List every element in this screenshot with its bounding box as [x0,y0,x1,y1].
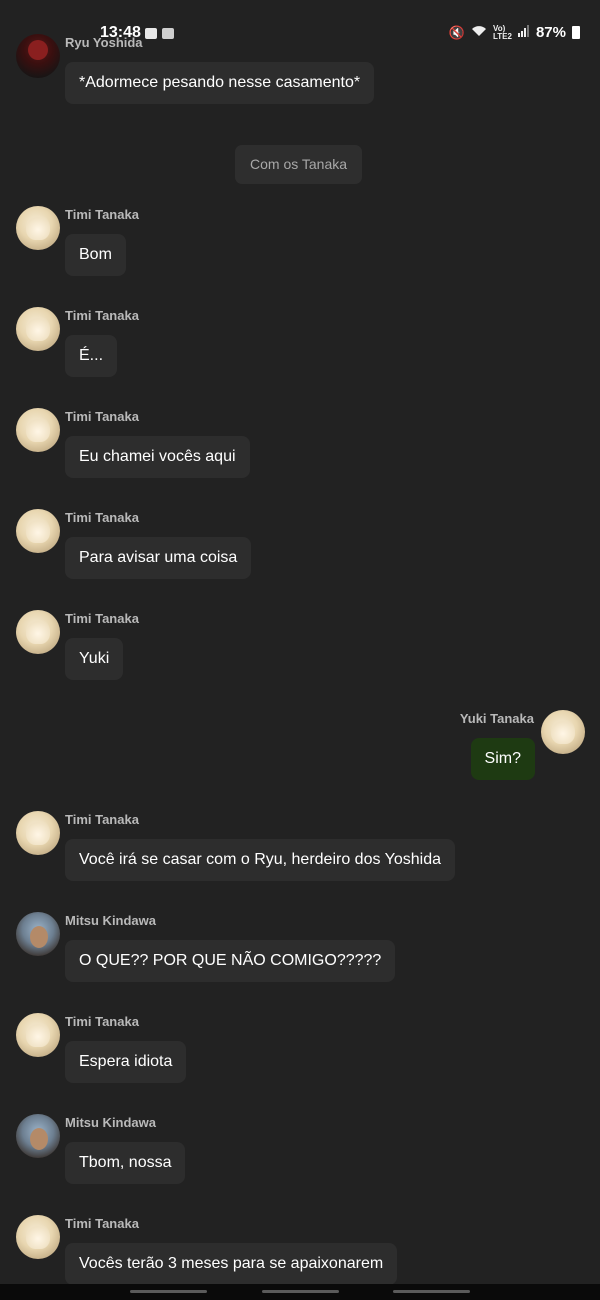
status-time: 13:48 [100,24,141,41]
sender-name: Timi Tanaka [65,1216,139,1231]
message-bubble[interactable]: Yuki [65,638,124,680]
avatar-timi[interactable] [16,206,60,250]
system-nav-bar [0,1284,600,1300]
wifi-icon [471,25,487,40]
nav-handle[interactable] [393,1290,470,1293]
gallery-icon [145,28,157,39]
sender-name: Yuki Tanaka [459,711,534,726]
notification-icon [162,28,174,39]
sender-name: Mitsu Kindawa [65,913,157,928]
message-bubble[interactable]: Tbom, nossa [65,1142,186,1184]
chat-screen: 13:48 🔇 Vo) LTE2 87% Ryu Yoshida *Adormec… [0,0,600,1300]
message-bubble[interactable]: É... [65,335,118,377]
conversation-chip: Com os Tanaka [235,145,363,184]
avatar-yuki[interactable] [541,710,585,754]
nav-handle[interactable] [130,1290,207,1293]
message-bubble[interactable]: Você irá se casar com o Ryu, herdeiro do… [65,839,455,881]
mute-icon: 🔇 [448,24,465,40]
battery-icon [572,26,580,39]
status-bar: 13:48 🔇 Vo) LTE2 87% [0,0,600,70]
status-indicators: 🔇 Vo) LTE2 87% [449,24,580,41]
message-bubble[interactable]: Para avisar uma coisa [65,537,252,579]
sender-name: Mitsu Kindawa [65,1115,157,1130]
message-bubble[interactable]: Eu chamei vocês aqui [65,436,250,478]
avatar-timi[interactable] [16,1215,60,1259]
battery-percent: 87% [535,24,566,41]
avatar-timi[interactable] [16,307,60,351]
sender-name: Timi Tanaka [65,812,139,827]
message-bubble-own[interactable]: Sim? [470,738,535,780]
message-bubble[interactable]: O QUE?? POR QUE NÃO COMIGO????? [65,940,396,982]
sender-name: Timi Tanaka [65,510,139,525]
sender-name: Timi Tanaka [65,611,139,626]
avatar-timi[interactable] [16,509,60,553]
sender-name: Timi Tanaka [65,409,139,424]
avatar-timi[interactable] [16,408,60,452]
message-bubble[interactable]: Bom [65,234,126,276]
avatar-mitsu[interactable] [16,1114,60,1158]
avatar-timi[interactable] [16,811,60,855]
nav-handle[interactable] [262,1290,339,1293]
volte-icon: Vo) LTE2 [493,23,512,41]
avatar-timi[interactable] [16,610,60,654]
avatar-mitsu[interactable] [16,912,60,956]
sender-name: Timi Tanaka [65,207,139,222]
signal-icon [517,25,530,40]
sender-name: Timi Tanaka [65,1014,139,1029]
message-bubble[interactable]: Espera idiota [65,1041,187,1083]
avatar-timi[interactable] [16,1013,60,1057]
sender-name: Timi Tanaka [65,308,139,323]
message-bubble[interactable]: Vocês terão 3 meses para se apaixonarem [65,1243,398,1285]
